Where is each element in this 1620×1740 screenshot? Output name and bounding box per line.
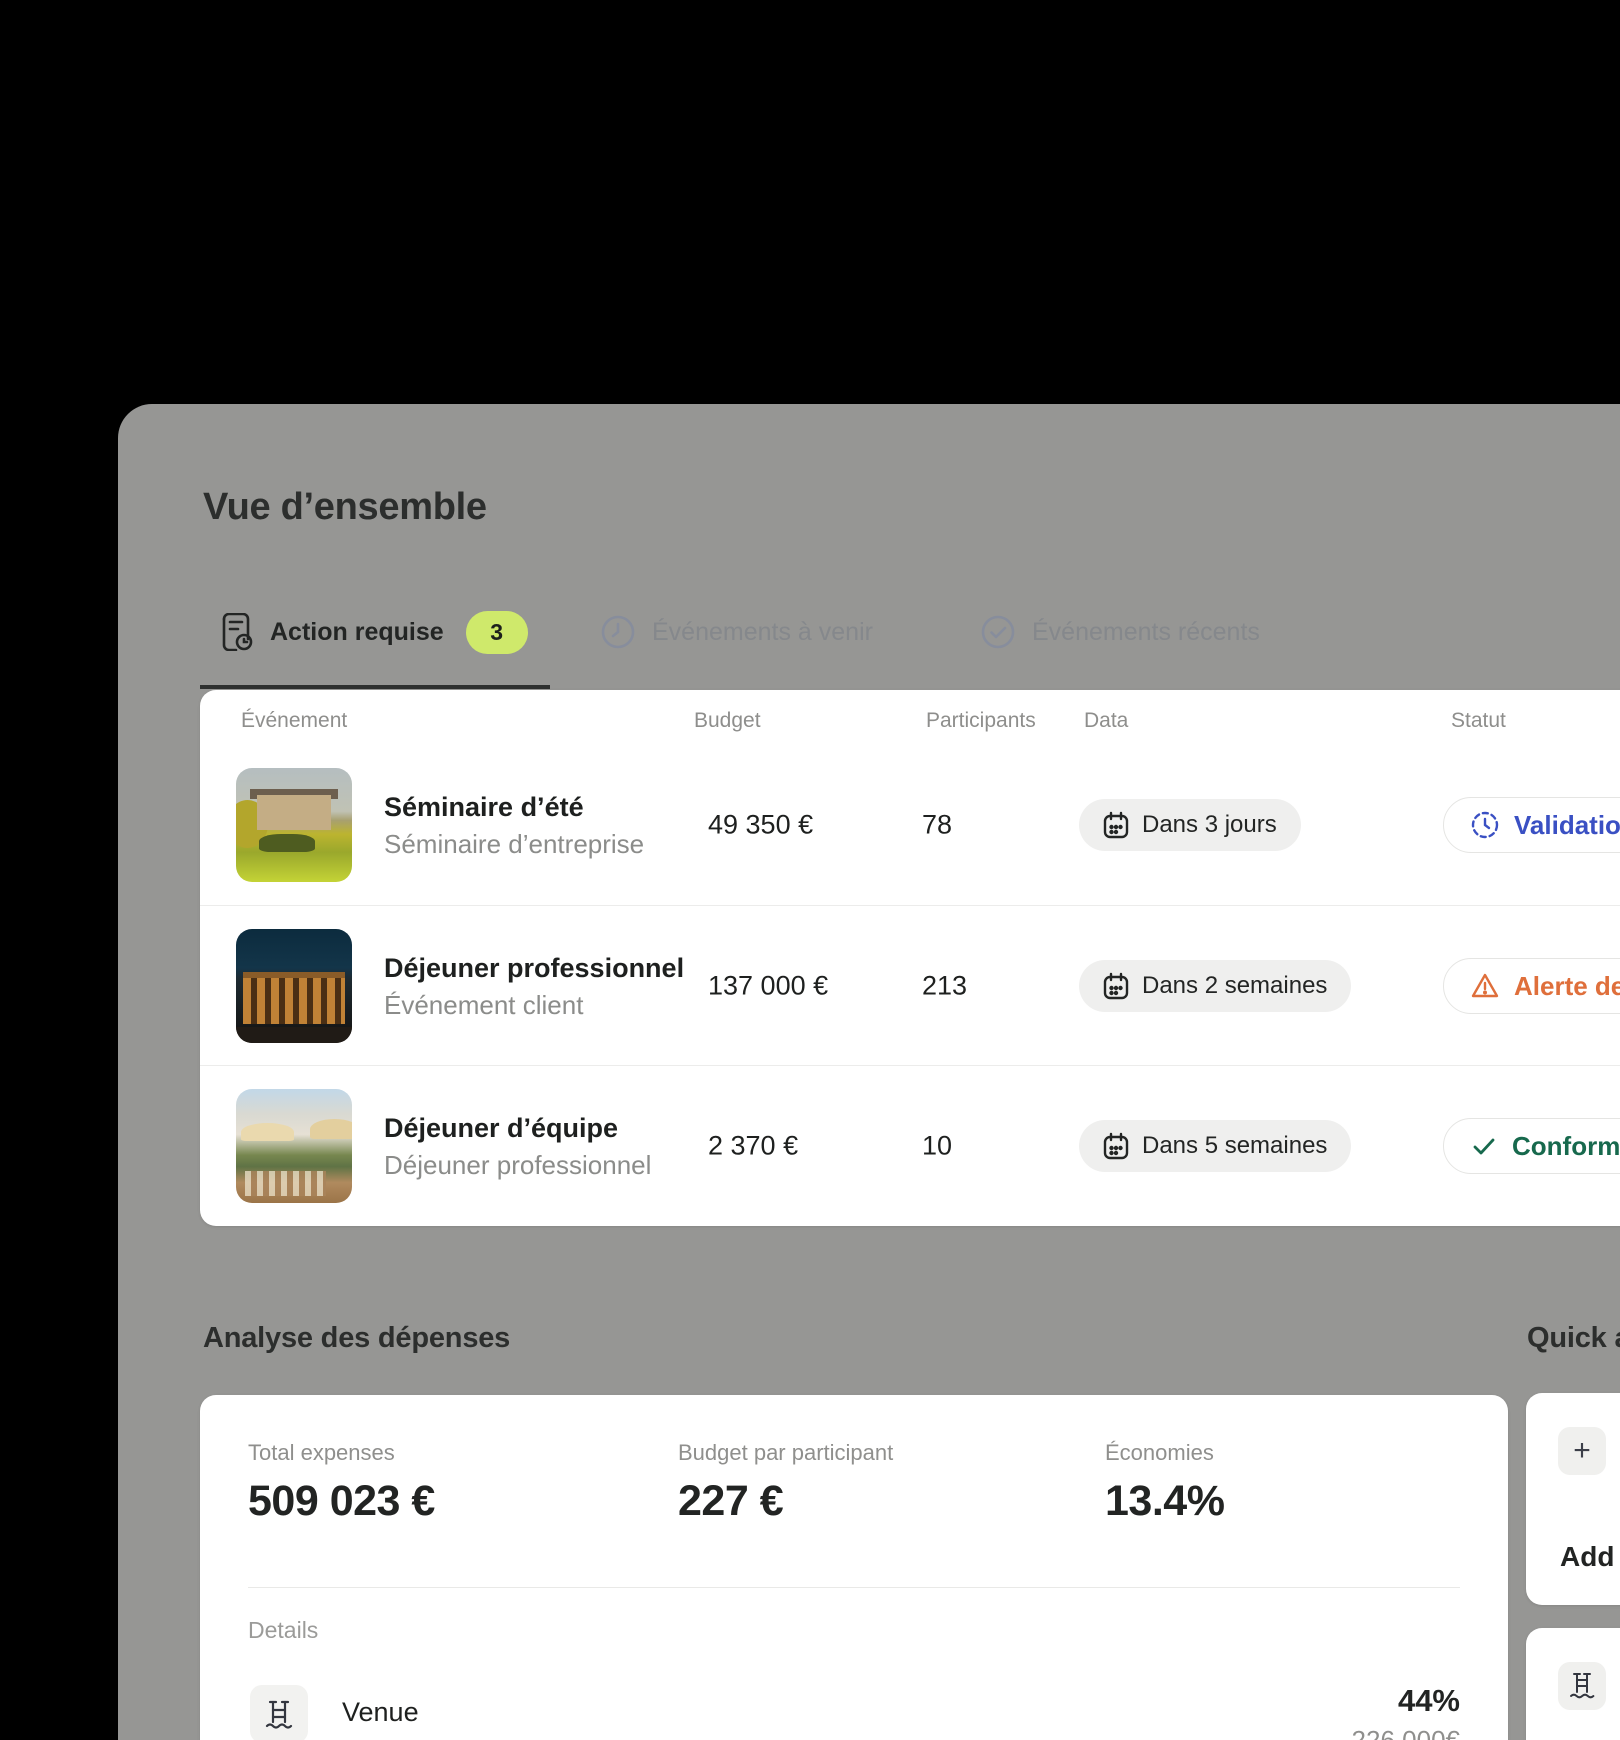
stat-value-total: 509 023 € [248, 1477, 435, 1526]
table-row[interactable]: Séminaire d’été Séminaire d’entreprise 4… [200, 745, 1620, 905]
status-badge: Alerte de coût [1443, 958, 1620, 1014]
expenses-card: Total expenses Budget par participant Éc… [200, 1395, 1508, 1740]
clock-icon [600, 614, 636, 650]
column-header-budget: Budget [694, 709, 761, 733]
event-participants: 213 [922, 971, 967, 1002]
tab-evenements-recents[interactable]: Événements récents [980, 600, 1260, 664]
stat-value-per-participant: 227 € [678, 1477, 783, 1526]
event-title: Déjeuner d’équipe [384, 1109, 651, 1147]
dashboard-panel: Vue d’ensemble Action requise 3 [118, 404, 1620, 1740]
event-date-chip: Dans 5 semaines [1079, 1120, 1351, 1172]
warning-triangle-icon [1470, 971, 1500, 1001]
event-thumbnail [236, 929, 352, 1043]
event-subtitle: Déjeuner professionnel [384, 1147, 651, 1183]
event-titles: Déjeuner d’équipe Déjeuner professionnel [384, 1109, 651, 1183]
venue-icon [264, 1698, 294, 1730]
quick-actions-heading: Quick actions [1527, 1322, 1620, 1355]
venue-icon-box [250, 1685, 308, 1740]
event-thumbnail [236, 768, 352, 882]
event-title: Déjeuner professionnel [384, 949, 684, 987]
detail-row-name: Venue [342, 1697, 419, 1728]
event-titles: Séminaire d’été Séminaire d’entreprise [384, 788, 644, 862]
check-circle-icon [980, 614, 1016, 650]
tab-label: Action requise [270, 618, 444, 647]
quick-card-label: Add [1560, 1541, 1614, 1573]
tab-count-badge: 3 [466, 611, 528, 654]
column-header-evenement: Événement [241, 709, 347, 733]
calendar-icon [1103, 1132, 1129, 1160]
tab-action-requise[interactable]: Action requise 3 [218, 600, 528, 664]
event-participants: 78 [922, 810, 952, 841]
event-participants: 10 [922, 1131, 952, 1162]
event-budget: 137 000 € [708, 971, 828, 1002]
status-label: Validation requise [1514, 810, 1620, 841]
pool-ladder-icon [1568, 1671, 1596, 1701]
tab-label: Événements récents [1032, 618, 1260, 647]
event-budget: 49 350 € [708, 810, 813, 841]
expenses-heading: Analyse des dépenses [203, 1322, 510, 1355]
tab-evenements-a-venir[interactable]: Événements à venir [600, 600, 873, 664]
table-row[interactable]: Déjeuner professionnel Événement client … [200, 905, 1620, 1066]
column-header-participants: Participants [926, 709, 1036, 733]
calendar-icon [1103, 972, 1129, 1000]
event-date-chip: Dans 2 semaines [1079, 960, 1351, 1012]
event-date-label: Dans 2 semaines [1142, 972, 1327, 1000]
calendar-icon [1103, 811, 1129, 839]
events-table: Événement Budget Participants Data Statu… [200, 690, 1620, 1226]
document-clock-icon [218, 613, 254, 651]
page-title: Vue d’ensemble [203, 486, 487, 529]
status-badge: Validation requise [1443, 797, 1620, 853]
plus-icon-box[interactable]: + [1558, 1427, 1606, 1475]
clock-dashed-icon [1470, 810, 1500, 840]
event-subtitle: Événement client [384, 987, 684, 1023]
event-title: Séminaire d’été [384, 788, 644, 826]
pool-icon-box[interactable] [1558, 1662, 1606, 1710]
check-icon [1470, 1132, 1498, 1160]
event-subtitle: Séminaire d’entreprise [384, 826, 644, 862]
column-header-statut: Statut [1451, 709, 1506, 733]
event-date-label: Dans 3 jours [1142, 811, 1277, 839]
event-thumbnail [236, 1089, 352, 1203]
stat-value-savings: 13.4% [1105, 1477, 1224, 1526]
tab-label: Événements à venir [652, 618, 873, 647]
quick-card-pool[interactable] [1526, 1628, 1620, 1740]
table-row[interactable]: Déjeuner d’équipe Déjeuner professionnel… [200, 1065, 1620, 1226]
divider [248, 1587, 1460, 1588]
quick-card-add[interactable]: + Add [1526, 1393, 1620, 1605]
screen: Vue d’ensemble Action requise 3 [0, 0, 1620, 1740]
stat-label-savings: Économies [1105, 1440, 1214, 1466]
detail-row-percent: 44% [1398, 1683, 1460, 1719]
plus-icon: + [1573, 1436, 1591, 1466]
table-header: Événement Budget Participants Data Statu… [200, 690, 1620, 745]
event-titles: Déjeuner professionnel Événement client [384, 949, 684, 1023]
event-date-chip: Dans 3 jours [1079, 799, 1301, 851]
event-date-label: Dans 5 semaines [1142, 1132, 1327, 1160]
stat-label-total: Total expenses [248, 1440, 395, 1466]
details-label: Details [248, 1617, 318, 1644]
status-label: Alerte de coût [1514, 971, 1620, 1002]
status-badge: Conforme [1443, 1118, 1620, 1174]
status-label: Conforme [1512, 1131, 1620, 1162]
event-budget: 2 370 € [708, 1131, 798, 1162]
detail-row-amount: 226 000€ [1352, 1725, 1460, 1740]
active-tab-underline [200, 685, 550, 689]
stat-label-per-participant: Budget par participant [678, 1440, 893, 1466]
column-header-data: Data [1084, 709, 1128, 733]
